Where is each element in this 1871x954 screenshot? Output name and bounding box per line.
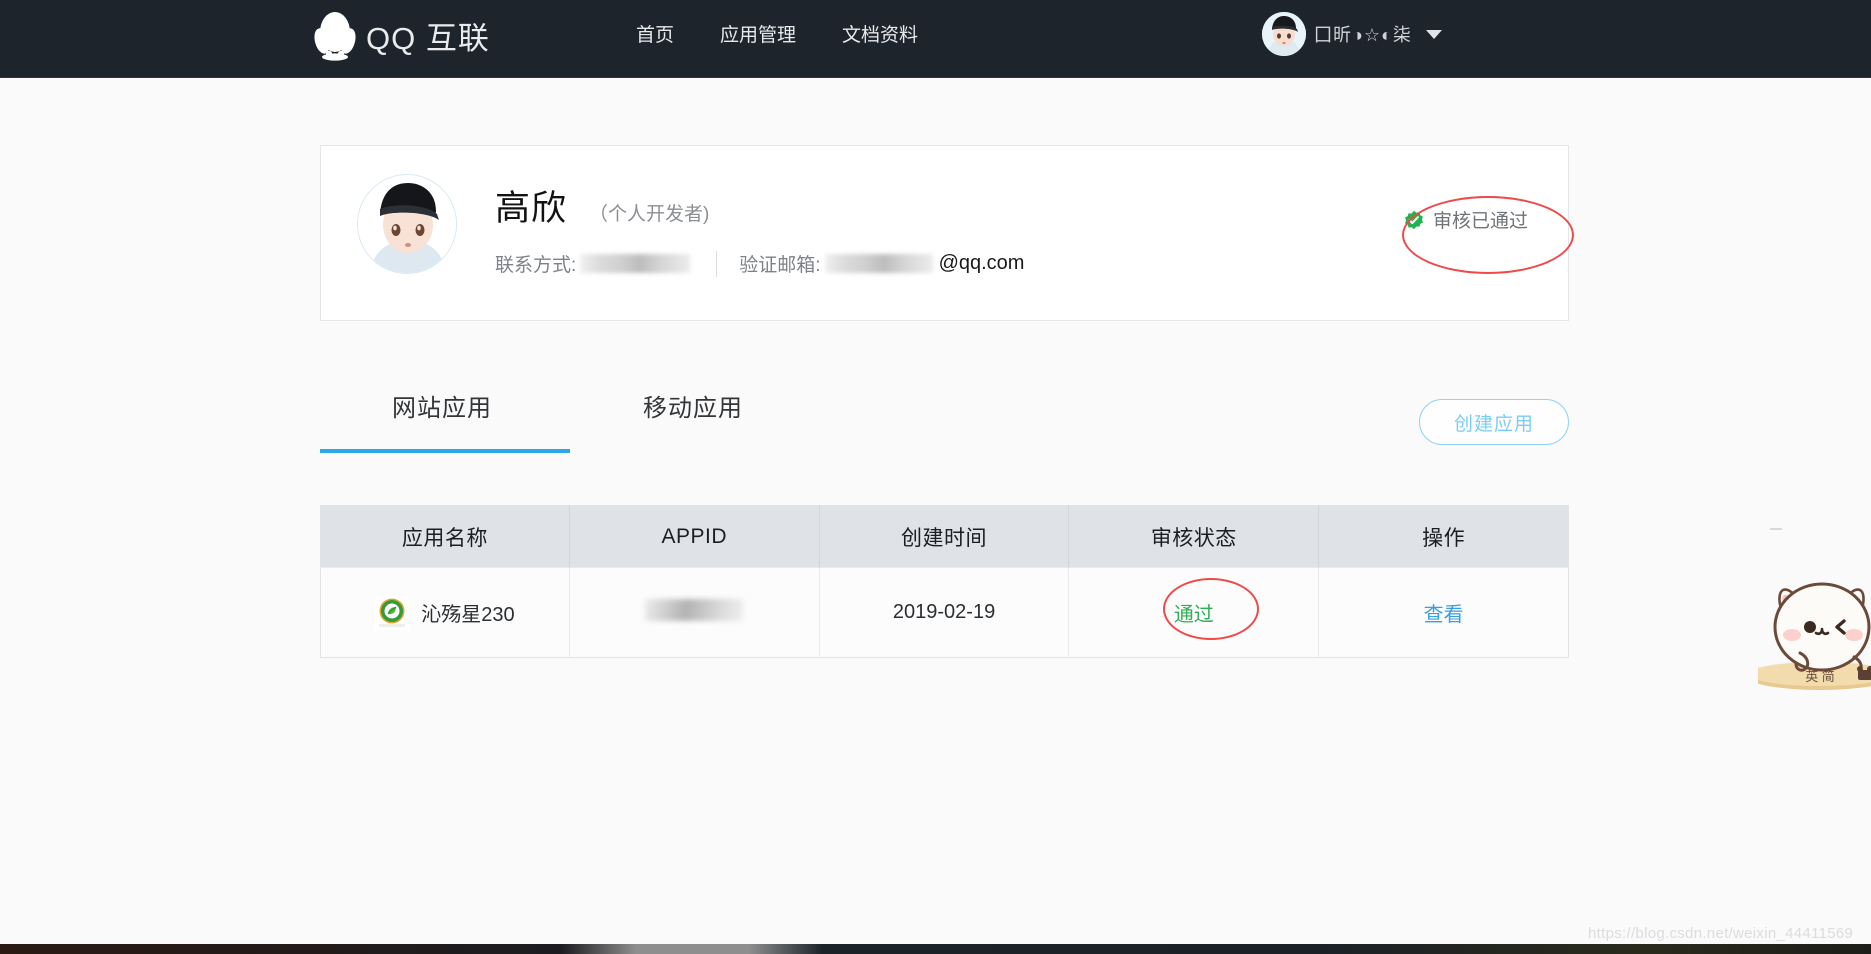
- email-label: 验证邮箱:: [739, 255, 821, 276]
- tab-mobile-apps[interactable]: 移动应用: [643, 388, 743, 441]
- page-title: 高欣: [495, 189, 568, 228]
- column-header-operation: 操作: [1318, 505, 1569, 568]
- contact-value-masked: [580, 254, 691, 273]
- top-navigation-bar: QQ 互联 首页 应用管理 文档资料 囗昕◑☆◐柒: [0, 0, 1871, 78]
- create-app-button[interactable]: 创建应用: [1419, 399, 1569, 445]
- cell-review-status: 通过: [1068, 567, 1320, 658]
- contact-label: 联系方式:: [495, 255, 577, 276]
- cell-appid: [569, 567, 820, 658]
- user-menu[interactable]: 囗昕◑☆◐柒: [1262, 12, 1442, 56]
- nav-item-home[interactable]: 首页: [636, 20, 674, 47]
- developer-avatar: [357, 174, 457, 274]
- developer-type-label: （个人开发者): [589, 204, 710, 225]
- email-domain: @qq.com: [938, 252, 1025, 274]
- tab-bar: 网站应用 移动应用: [320, 388, 1569, 458]
- nav-item-docs[interactable]: 文档资料: [842, 20, 918, 47]
- os-taskbar-sliver: [0, 944, 1871, 954]
- green-leaf-app-icon: [375, 595, 410, 630]
- qq-penguin-icon: [312, 7, 358, 63]
- tab-website-apps[interactable]: 网站应用: [392, 388, 492, 441]
- table-header-row: 应用名称 APPID 创建时间 审核状态 操作: [320, 505, 1569, 568]
- peach-cat-sticker: 英 简: [1748, 565, 1871, 695]
- developer-name-row: 高欣 （个人开发者): [495, 180, 709, 231]
- watermark-text: https://blog.csdn.net/weixin_44411569: [1588, 925, 1854, 942]
- column-header-app-name: 应用名称: [320, 505, 570, 568]
- status-text: 审核已通过: [1433, 211, 1529, 232]
- appid-value-masked: [645, 598, 744, 621]
- cell-app-name: 沁殇星230: [320, 567, 570, 658]
- stray-mark: [1770, 528, 1782, 530]
- contact-info-row: 联系方式: 验证邮箱: @qq.com: [495, 250, 1024, 277]
- column-header-review-status: 审核状态: [1068, 505, 1320, 568]
- column-header-created-time: 创建时间: [819, 505, 1070, 568]
- chevron-down-icon[interactable]: [1425, 29, 1442, 39]
- column-header-appid: APPID: [569, 505, 820, 568]
- cell-created-time: 2019-02-19: [819, 567, 1070, 658]
- status-pass-text: 通过: [1173, 604, 1214, 626]
- page-root: QQ 互联 首页 应用管理 文档资料 囗昕◑☆◐柒 高欣 （个人开发者) 联系方…: [0, 0, 1871, 954]
- brand-text: QQ 互联: [366, 20, 490, 56]
- main-nav: 首页 应用管理 文档资料: [636, 20, 918, 47]
- sticker-text: 英 简: [1805, 669, 1835, 684]
- view-link[interactable]: 查看: [1424, 604, 1464, 626]
- app-name-text: 沁殇星230: [421, 604, 515, 626]
- cell-operation: 查看: [1318, 567, 1569, 658]
- developer-profile-card: 高欣 （个人开发者) 联系方式: 验证邮箱: @qq.com 审核已通过: [320, 145, 1569, 321]
- brand-logo[interactable]: QQ 互联: [312, 7, 490, 63]
- avatar: [1262, 12, 1306, 56]
- status-badge: 审核已通过: [1404, 206, 1528, 233]
- tab-active-indicator: [320, 449, 570, 453]
- email-value-masked: [824, 254, 933, 273]
- divider: [716, 250, 718, 277]
- verified-check-icon: [1404, 210, 1424, 230]
- user-name: 囗昕◑☆◐柒: [1314, 25, 1412, 45]
- table-row: 沁殇星230 2019-02-19 通过 查看: [320, 567, 1569, 658]
- nav-item-app-management[interactable]: 应用管理: [720, 20, 796, 47]
- applications-table: 应用名称 APPID 创建时间 审核状态 操作 沁殇星230 2019-02-1…: [320, 505, 1569, 658]
